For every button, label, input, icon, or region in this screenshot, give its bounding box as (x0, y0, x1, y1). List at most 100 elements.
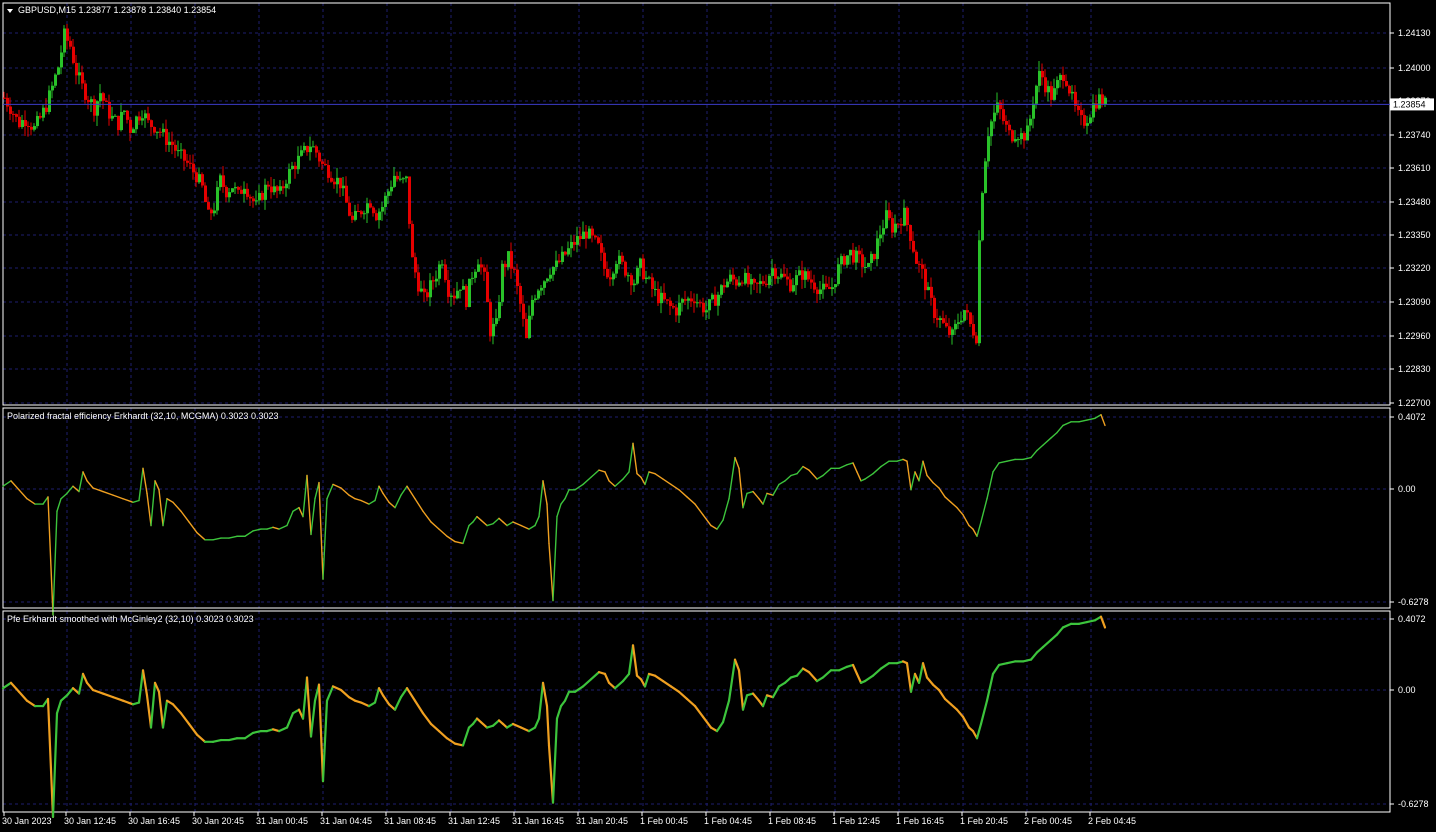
candle-body (93, 99, 96, 116)
candle-body (921, 264, 924, 269)
candle-body (954, 323, 957, 330)
candle-body (420, 288, 423, 292)
candle-body (360, 211, 363, 215)
candle-body (51, 85, 54, 91)
candle-body (168, 141, 171, 145)
candle-body (525, 318, 528, 339)
candle-body (597, 237, 600, 244)
candle-body (96, 101, 99, 116)
candle-body (6, 97, 9, 107)
candle-body (939, 318, 942, 321)
x-tick-label: 30 Jan 20:45 (192, 816, 244, 826)
candle-body (1008, 124, 1011, 131)
candle-body (1101, 94, 1104, 105)
y-tick-label: 1.24000 (1398, 63, 1431, 73)
candle-body (375, 213, 378, 221)
candle-body (414, 257, 417, 273)
candle-body (147, 113, 150, 121)
candle-body (60, 52, 63, 68)
candle-body (246, 188, 249, 197)
candle-body (276, 186, 279, 191)
candle-body (99, 93, 102, 102)
candle-body (81, 72, 84, 84)
candle-body (1068, 85, 1071, 94)
candle-body (117, 115, 120, 131)
y-tick-label: 1.24130 (1398, 28, 1431, 38)
candle-body (21, 120, 24, 128)
candle-body (771, 268, 774, 276)
candle-body (456, 290, 459, 299)
candle-body (282, 186, 285, 189)
y-tick-label: 1.23480 (1398, 197, 1431, 207)
candle-body (219, 175, 222, 188)
candle-body (951, 329, 954, 335)
candle-body (855, 250, 858, 263)
y-tick-label: -0.6278 (1398, 597, 1429, 607)
candle-body (510, 251, 513, 269)
candle-body (66, 28, 69, 41)
candle-body (1089, 117, 1092, 124)
chart-title: GBPUSD,M15 1.23877 1.23878 1.23840 1.238… (18, 5, 216, 15)
candle-body (174, 144, 177, 151)
candle-body (609, 277, 612, 280)
candle-body (795, 275, 798, 286)
candle-body (348, 202, 351, 216)
candle-body (33, 126, 36, 130)
candle-body (1035, 85, 1038, 104)
trading-chart[interactable]: 1.241301.240001.238701.237401.236101.234… (0, 0, 1436, 832)
candle-body (231, 188, 234, 193)
candle-body (963, 310, 966, 321)
x-tick-label: 1 Feb 16:45 (896, 816, 944, 826)
candle-body (792, 285, 795, 292)
candle-body (906, 207, 909, 226)
candle-body (216, 187, 219, 211)
candle-body (333, 181, 336, 185)
candle-body (507, 251, 510, 268)
y-tick-label: 1.23090 (1398, 297, 1431, 307)
candle-body (1059, 74, 1062, 81)
candle-body (663, 292, 666, 300)
candle-body (702, 302, 705, 313)
candle-body (309, 146, 312, 153)
candle-body (453, 295, 456, 299)
y-tick-label: 1.22960 (1398, 331, 1431, 341)
candle-body (549, 274, 552, 279)
candle-body (915, 251, 918, 264)
candle-body (618, 255, 621, 265)
candle-body (402, 178, 405, 180)
candle-body (255, 200, 258, 202)
candle-body (627, 275, 630, 277)
candle-body (120, 111, 123, 131)
candle-body (720, 285, 723, 295)
candle-body (378, 211, 381, 221)
candle-body (741, 282, 744, 284)
candle-body (690, 298, 693, 302)
candle-body (885, 210, 888, 229)
x-tick-label: 31 Jan 04:45 (320, 816, 372, 826)
candle-body (534, 298, 537, 300)
candle-body (624, 261, 627, 276)
candle-body (180, 149, 183, 151)
candle-body (408, 176, 411, 224)
candle-body (321, 161, 324, 164)
candle-body (48, 90, 51, 112)
x-tick-label: 2 Feb 04:45 (1088, 816, 1136, 826)
candle-body (156, 131, 159, 133)
candle-body (600, 243, 603, 253)
candle-body (222, 175, 225, 187)
candle-body (171, 141, 174, 145)
y-tick-label: 1.23350 (1398, 230, 1431, 240)
candle-body (981, 193, 984, 241)
candle-body (1080, 110, 1083, 116)
candle-body (798, 270, 801, 276)
candle-body (768, 275, 771, 285)
candle-body (249, 196, 252, 199)
candle-body (978, 240, 981, 344)
candle-body (141, 118, 144, 121)
candle-body (345, 185, 348, 203)
candle-body (942, 318, 945, 323)
candle-body (984, 161, 987, 194)
indicator-title: Pfe Erkhardt smoothed with McGinley2 (32… (7, 614, 254, 624)
candle-body (870, 253, 873, 264)
candle-body (423, 288, 426, 293)
